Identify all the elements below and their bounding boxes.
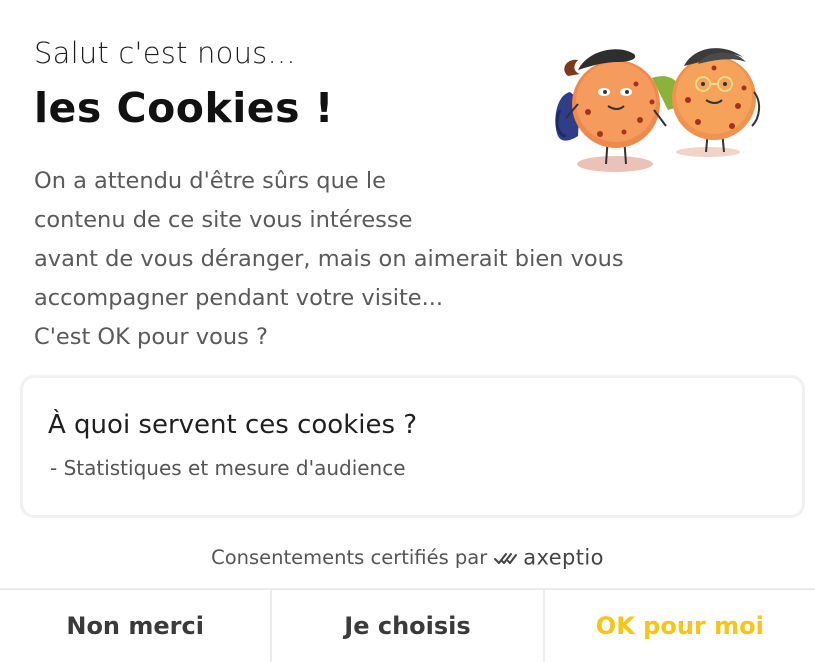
purpose-title: À quoi servent ces cookies ? <box>48 410 418 440</box>
intro-line: On a attendu d'être sûrs que le <box>34 168 386 194</box>
axeptio-logo-icon <box>494 552 518 564</box>
intro-line: avant de vous déranger, mais on aimerait… <box>34 246 624 272</box>
headline-title: les Cookies ! <box>34 84 334 132</box>
choose-button[interactable]: Je choisis <box>270 590 543 662</box>
intro-line: C'est OK pour vous ? <box>34 324 268 350</box>
intro-line: contenu de ce site vous intéresse <box>34 207 413 233</box>
certification-text: Consentements certifiés par <box>211 546 488 569</box>
greeting-text: Salut c'est nous... <box>34 36 296 70</box>
intro-text: On a attendu d'être sûrs que le contenu … <box>34 162 694 357</box>
certification-line: Consentements certifiés par axeptio <box>0 545 815 570</box>
cookie-consent-panel: Salut c'est nous... les Cookies ! On a a… <box>0 0 815 662</box>
purpose-item: - Statistiques et mesure d'audience <box>50 456 406 480</box>
accept-button[interactable]: OK pour moi <box>542 590 815 662</box>
intro-line: accompagner pendant votre visite... <box>34 285 444 311</box>
cookie-mascots-icon <box>555 48 760 172</box>
certification-brand[interactable]: axeptio <box>523 546 604 570</box>
decline-button[interactable]: Non merci <box>0 590 271 662</box>
purpose-card: À quoi servent ces cookies ? - Statistiq… <box>20 375 805 518</box>
consent-button-bar: Non merci Je choisis OK pour moi <box>0 588 815 662</box>
